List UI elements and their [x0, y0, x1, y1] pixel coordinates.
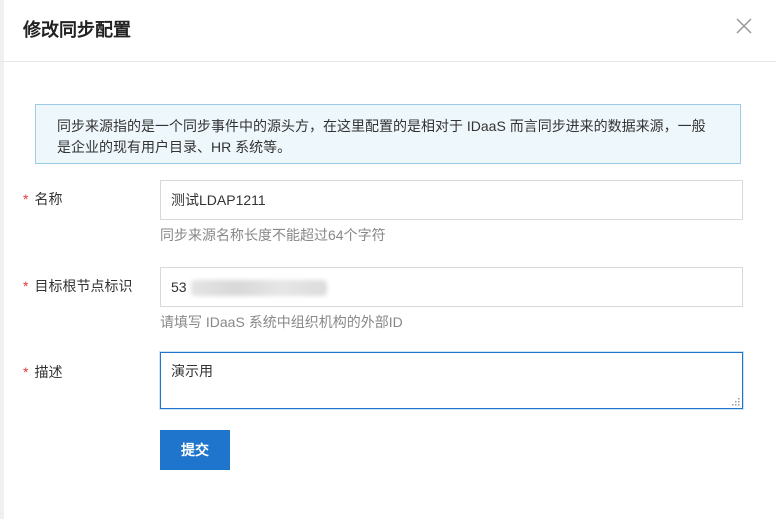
info-alert-text: 同步来源指的是一个同步事件中的源头方，在这里配置的是相对于 IDaaS 而言同步…	[57, 118, 706, 155]
info-alert: 同步来源指的是一个同步事件中的源头方，在这里配置的是相对于 IDaaS 而言同步…	[35, 104, 741, 164]
close-icon[interactable]	[734, 16, 754, 36]
submit-button[interactable]: 提交	[160, 430, 230, 470]
target-node-label: 目标根节点标识	[34, 278, 133, 294]
dialog-header: 修改同步配置	[0, 0, 776, 62]
resize-handle-icon[interactable]	[730, 396, 740, 406]
required-mark: *	[23, 191, 29, 207]
description-value: 演示用	[171, 363, 213, 379]
target-node-input-value: 53	[171, 279, 187, 295]
name-input-value: 测试LDAP1211	[171, 192, 266, 208]
target-node-input[interactable]: 53	[160, 267, 743, 307]
target-node-hint: 请填写 IDaaS 系统中组织机构的外部ID	[160, 314, 403, 330]
description-label-row: * 描述	[23, 362, 62, 382]
name-input[interactable]: 测试LDAP1211	[160, 180, 743, 220]
dialog-title: 修改同步配置	[23, 20, 131, 40]
name-label-row: * 名称	[23, 189, 62, 209]
target-node-label-row: * 目标根节点标识	[23, 276, 132, 296]
sync-config-dialog: 修改同步配置 同步来源指的是一个同步事件中的源头方，在这里配置的是相对于 IDa…	[0, 0, 776, 519]
description-textarea[interactable]: 演示用	[160, 352, 743, 409]
backdrop-edge	[0, 0, 4, 519]
redacted-value	[190, 280, 327, 297]
required-mark: *	[23, 364, 29, 380]
name-hint: 同步来源名称长度不能超过64个字符	[160, 227, 386, 243]
name-label: 名称	[34, 191, 63, 207]
description-label: 描述	[34, 364, 63, 380]
required-mark: *	[23, 278, 29, 294]
